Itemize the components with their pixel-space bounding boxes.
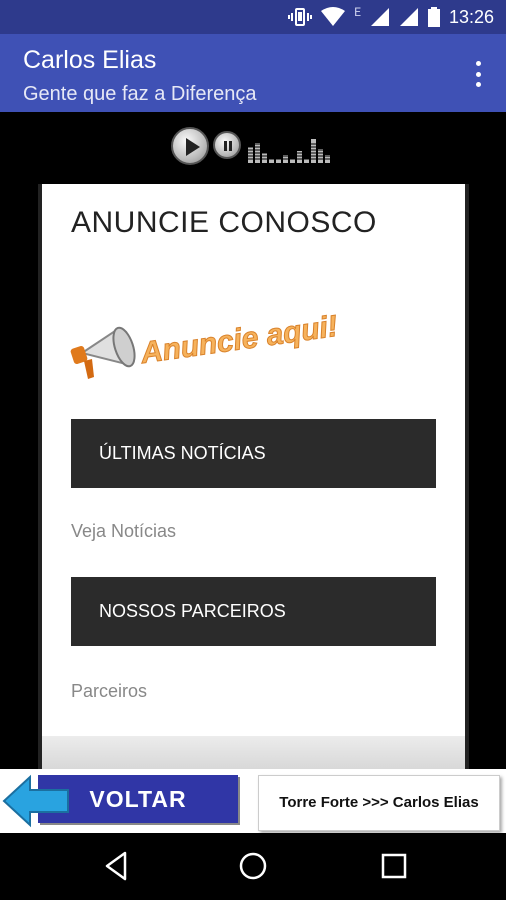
battery-icon [427,7,440,27]
recents-icon[interactable] [377,849,411,883]
app-subtitle: Gente que faz a Diferença [23,83,257,105]
latest-news-header[interactable]: ÚLTIMAS NOTÍCIAS [71,419,436,488]
app-title: Carlos Elias [23,46,157,74]
screen: E 13:26 Carlos Elias Gente que faz a Dif… [0,0,506,900]
network-type-label: E [354,5,361,19]
page-heading: ANUNCIE CONOSCO [71,206,377,239]
equalizer-icon [248,139,334,163]
news-link[interactable]: Veja Notícias [71,521,176,542]
back-icon[interactable] [99,849,133,883]
pause-icon[interactable] [213,131,241,159]
vibrate-icon [288,8,313,26]
megaphone-icon [70,326,136,379]
ad-text: Anuncie aqui! [138,310,338,370]
wifi-icon [321,7,346,26]
card-footer [42,736,465,769]
advertise-banner[interactable]: Anuncie aqui! [68,295,338,390]
status-bar: E 13:26 [0,0,506,34]
back-arrow-icon[interactable] [2,774,72,828]
home-icon[interactable] [236,849,270,883]
partners-header[interactable]: NOSSOS PARCEIROS [71,577,436,646]
site-name-banner[interactable]: Torre Forte >>> Carlos Elias [258,775,500,831]
signal-icon [399,8,418,26]
play-icon[interactable] [171,127,209,165]
status-icons: E 13:26 [288,5,494,29]
overflow-menu-icon[interactable] [474,61,482,87]
app-bar: Carlos Elias Gente que faz a Diferença [0,34,506,112]
status-time: 13:26 [448,6,494,27]
signal-icon [370,8,389,26]
partners-link[interactable]: Parceiros [71,681,147,702]
